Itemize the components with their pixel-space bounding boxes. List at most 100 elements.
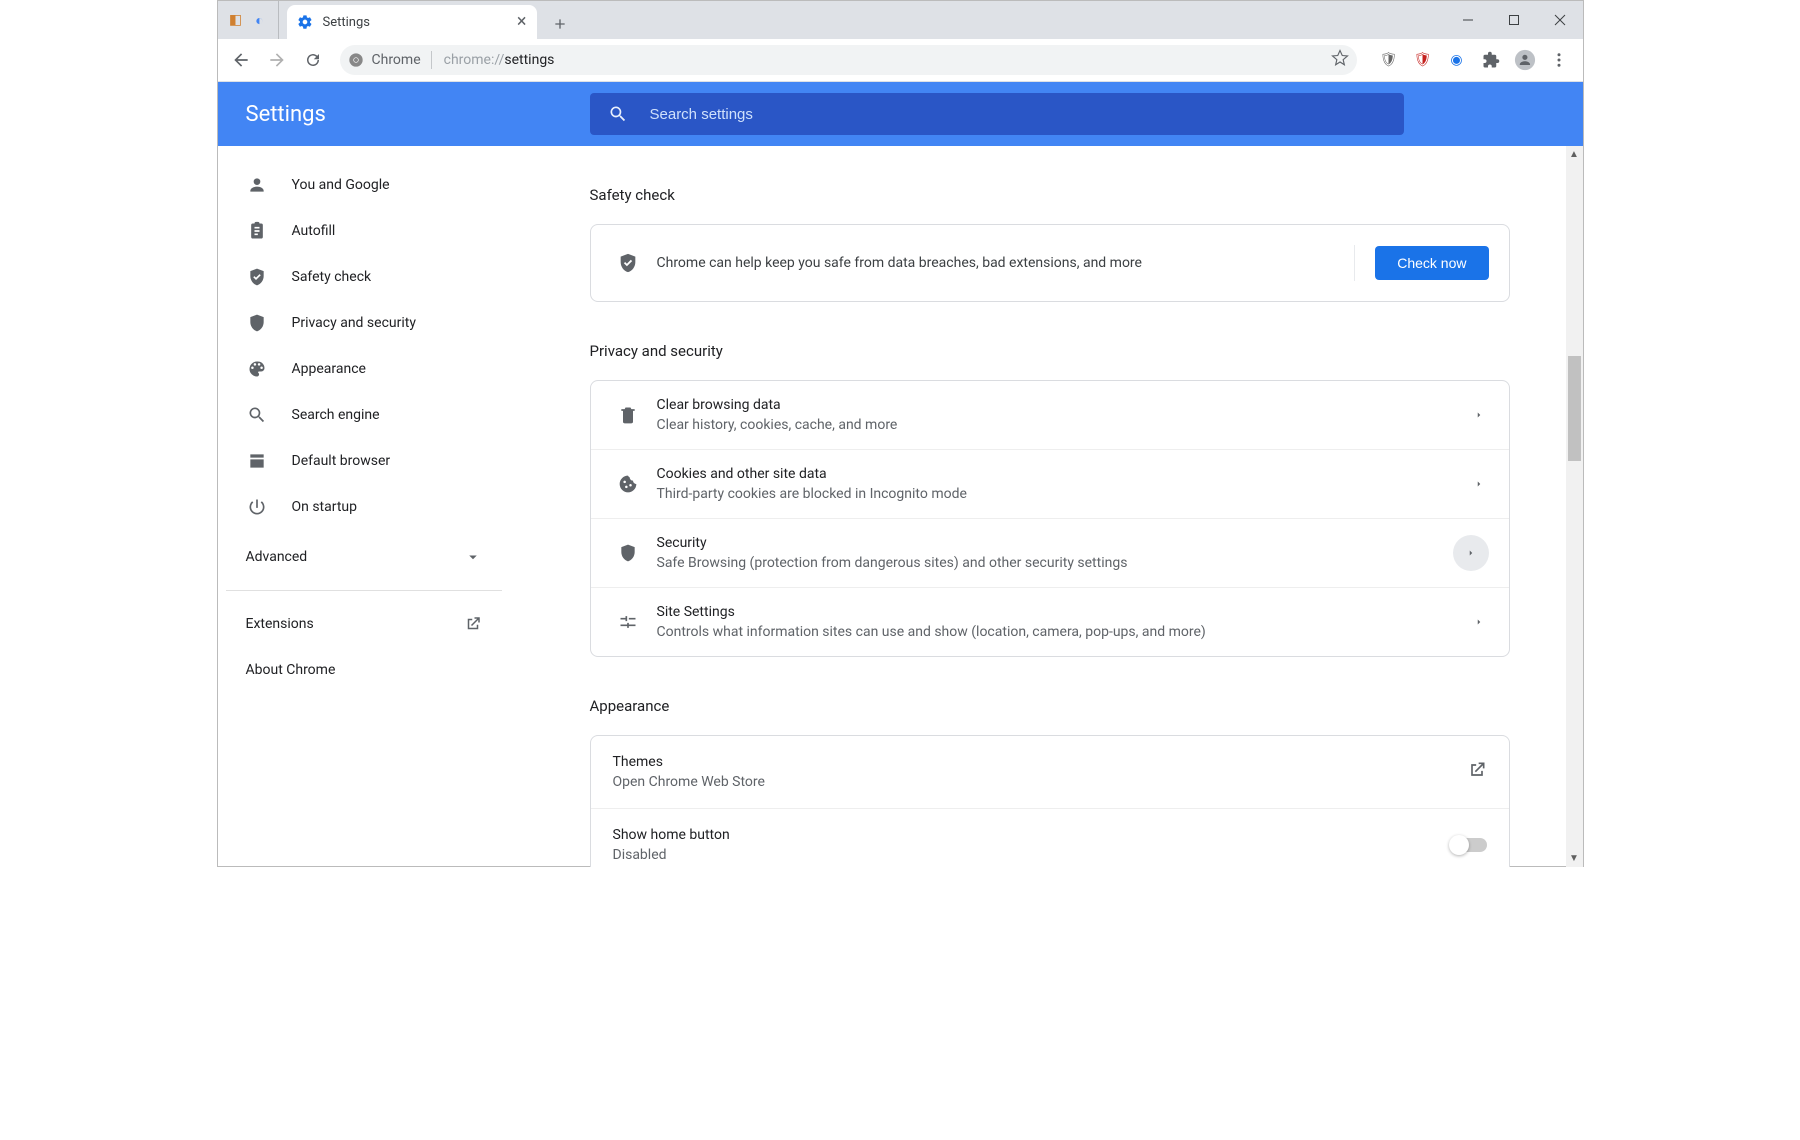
caret-right-icon bbox=[1469, 612, 1489, 632]
row-show-home-button[interactable]: Show home button Disabled bbox=[591, 808, 1509, 867]
window-close[interactable] bbox=[1537, 1, 1583, 39]
gear-icon bbox=[297, 14, 313, 30]
chrome-icon bbox=[348, 52, 364, 68]
sidebar-item-search-engine[interactable]: Search engine bbox=[218, 392, 510, 438]
caret-right-icon bbox=[1469, 474, 1489, 494]
row-subtitle: Clear history, cookies, cache, and more bbox=[657, 417, 1451, 433]
sidebar-about-link[interactable]: About Chrome bbox=[218, 647, 510, 693]
row-title: Security bbox=[657, 535, 1435, 551]
search-icon bbox=[247, 405, 267, 425]
sidebar-extensions-label: Extensions bbox=[246, 616, 314, 632]
browser-toolbar: Chrome chrome://settings 🛡 🛡 ◉ bbox=[218, 39, 1583, 82]
row-subtitle: Open Chrome Web Store bbox=[613, 774, 1467, 790]
settings-header: Settings bbox=[218, 82, 1583, 146]
appearance-list: Themes Open Chrome Web Store Show home bu… bbox=[590, 735, 1510, 867]
profile-avatar-icon[interactable] bbox=[1515, 50, 1535, 70]
sidebar-item-label: Safety check bbox=[292, 269, 372, 285]
window-minimize[interactable] bbox=[1445, 1, 1491, 39]
sidebar-advanced-label: Advanced bbox=[246, 549, 308, 565]
row-title: Themes bbox=[613, 754, 1467, 770]
row-site-settings[interactable]: Site Settings Controls what information s… bbox=[591, 587, 1509, 656]
sidebar-item-privacy[interactable]: Privacy and security bbox=[218, 300, 510, 346]
extensions-menu-icon[interactable] bbox=[1481, 50, 1501, 70]
sidebar-item-you-and-google[interactable]: You and Google bbox=[218, 162, 510, 208]
forward-button[interactable] bbox=[262, 45, 292, 75]
sidebar-extensions-link[interactable]: Extensions bbox=[218, 601, 510, 647]
search-settings-input[interactable] bbox=[648, 105, 1386, 124]
check-now-button[interactable]: Check now bbox=[1375, 246, 1488, 280]
new-tab-button[interactable] bbox=[545, 9, 575, 39]
shield-icon bbox=[247, 313, 267, 333]
tab-strip: ◧ ◐ Settings × bbox=[218, 1, 1583, 39]
sidebar-item-label: Autofill bbox=[292, 223, 336, 239]
row-cookies[interactable]: Cookies and other site data Third-party c… bbox=[591, 449, 1509, 518]
sidebar-item-label: You and Google bbox=[292, 177, 390, 193]
section-title-appearance: Appearance bbox=[590, 697, 1510, 715]
clipboard-icon bbox=[247, 221, 267, 241]
plus-icon bbox=[552, 16, 568, 32]
address-bar[interactable]: Chrome chrome://settings bbox=[340, 45, 1357, 75]
row-themes[interactable]: Themes Open Chrome Web Store bbox=[591, 736, 1509, 808]
pinned-tab-1[interactable]: ◧ bbox=[226, 10, 246, 30]
settings-sidebar: You and Google Autofill Safety check Pri… bbox=[218, 146, 510, 867]
search-icon bbox=[608, 104, 628, 124]
row-subtitle: Third-party cookies are blocked in Incog… bbox=[657, 486, 1451, 502]
reload-button[interactable] bbox=[298, 45, 328, 75]
row-title: Site Settings bbox=[657, 604, 1451, 620]
scroll-down-icon[interactable]: ▼ bbox=[1566, 850, 1583, 867]
back-button[interactable] bbox=[226, 45, 256, 75]
row-subtitle: Disabled bbox=[613, 847, 1451, 863]
row-subtitle: Controls what information sites can use … bbox=[657, 624, 1451, 640]
row-subtitle: Safe Browsing (protection from dangerous… bbox=[657, 555, 1435, 571]
pinned-tabs: ◧ ◐ bbox=[226, 1, 279, 39]
content-scrollbar[interactable]: ▲ ▼ bbox=[1566, 146, 1583, 867]
site-identity-chip[interactable]: Chrome bbox=[348, 51, 434, 69]
row-security[interactable]: Security Safe Browsing (protection from d… bbox=[591, 518, 1509, 587]
page-title: Settings bbox=[246, 102, 590, 127]
sidebar-advanced-toggle[interactable]: Advanced bbox=[218, 534, 510, 580]
tab-close-button[interactable]: × bbox=[517, 13, 527, 31]
row-title: Show home button bbox=[613, 827, 1451, 843]
sidebar-item-label: Privacy and security bbox=[292, 315, 416, 331]
sidebar-item-label: Search engine bbox=[292, 407, 380, 423]
window-maximize[interactable] bbox=[1491, 1, 1537, 39]
scroll-thumb[interactable] bbox=[1568, 356, 1581, 461]
trash-icon bbox=[618, 405, 638, 425]
window-icon bbox=[247, 451, 267, 471]
shield-check-icon bbox=[617, 252, 639, 274]
pinned-tab-2[interactable]: ◐ bbox=[250, 10, 270, 30]
extension-ublock-icon[interactable]: 🛡 bbox=[1379, 50, 1399, 70]
scroll-up-icon[interactable]: ▲ bbox=[1566, 146, 1583, 163]
sidebar-item-safety-check[interactable]: Safety check bbox=[218, 254, 510, 300]
shield-icon bbox=[618, 543, 638, 563]
extension-circle-icon[interactable]: ◉ bbox=[1447, 50, 1467, 70]
safety-check-description: Chrome can help keep you safe from data … bbox=[657, 255, 1335, 271]
sidebar-item-autofill[interactable]: Autofill bbox=[218, 208, 510, 254]
home-button-toggle[interactable] bbox=[1451, 838, 1487, 852]
caret-right-icon bbox=[1469, 405, 1489, 425]
extension-shield-red-icon[interactable]: 🛡 bbox=[1413, 50, 1433, 70]
row-clear-browsing-data[interactable]: Clear browsing data Clear history, cookie… bbox=[591, 381, 1509, 449]
sidebar-item-appearance[interactable]: Appearance bbox=[218, 346, 510, 392]
sidebar-item-on-startup[interactable]: On startup bbox=[218, 484, 510, 530]
sidebar-about-label: About Chrome bbox=[246, 662, 336, 678]
url-text: chrome://settings bbox=[444, 52, 555, 68]
search-settings-box[interactable] bbox=[590, 93, 1404, 135]
site-identity-label: Chrome bbox=[372, 52, 421, 68]
tab-settings[interactable]: Settings × bbox=[287, 5, 537, 39]
cookie-icon bbox=[618, 474, 638, 494]
row-title: Cookies and other site data bbox=[657, 466, 1451, 482]
sidebar-item-default-browser[interactable]: Default browser bbox=[218, 438, 510, 484]
shield-check-icon bbox=[247, 267, 267, 287]
caret-right-icon bbox=[1453, 535, 1489, 571]
browser-menu-button[interactable] bbox=[1549, 50, 1569, 70]
chevron-down-icon bbox=[464, 548, 482, 566]
extension-icons: 🛡 🛡 ◉ bbox=[1379, 50, 1569, 70]
section-title-privacy: Privacy and security bbox=[590, 342, 1510, 360]
row-title: Clear browsing data bbox=[657, 397, 1451, 413]
open-in-new-icon bbox=[1467, 760, 1487, 784]
bookmark-star-icon[interactable] bbox=[1331, 49, 1349, 71]
sidebar-item-label: On startup bbox=[292, 499, 358, 515]
power-icon bbox=[247, 497, 267, 517]
palette-icon bbox=[247, 359, 267, 379]
